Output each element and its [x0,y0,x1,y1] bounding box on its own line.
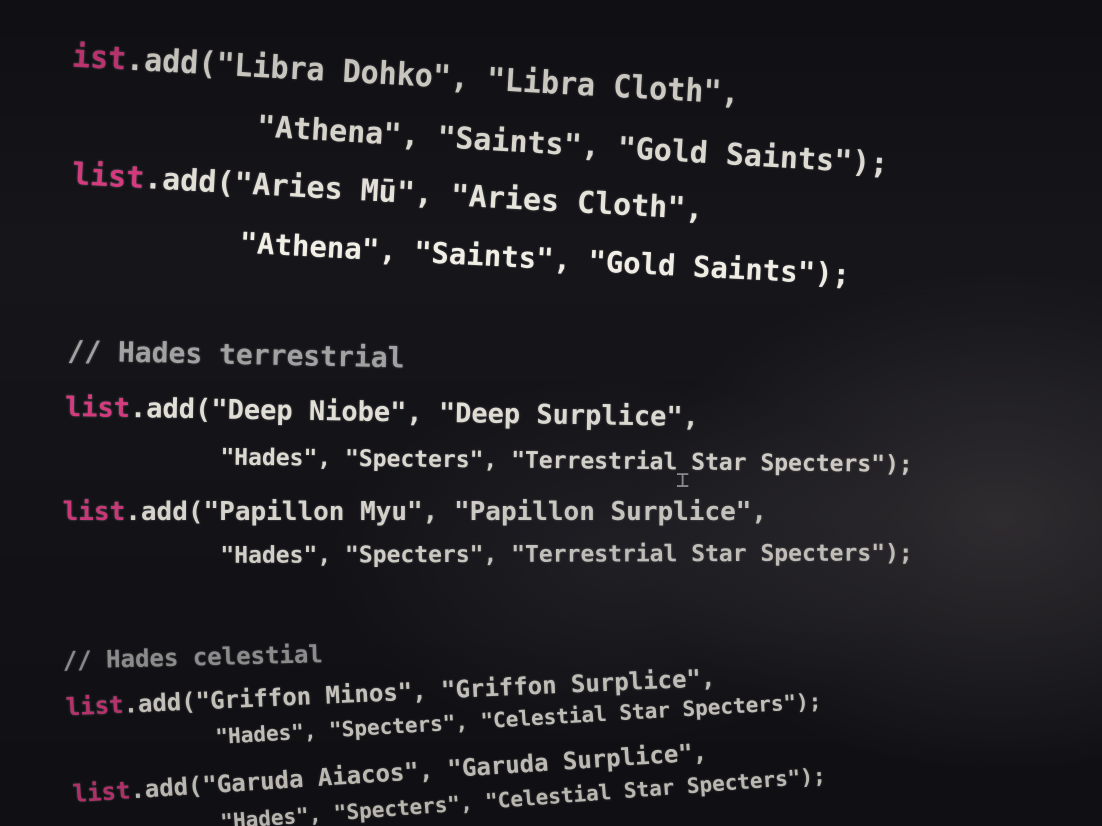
code-keyword: ist [71,38,128,78]
code-keyword: list [71,776,132,809]
code-line: "Hades", "Specters", "Terrestrial Star S… [165,514,913,595]
code-editor[interactable]: ist.add("Libra Dohko", "Libra Cloth", "A… [0,0,1102,826]
code-keyword: list [71,157,146,197]
code-text: "Hades", "Specters", "Terrestrial Star S… [220,540,913,569]
code-text: "Athena", "Saints", "Gold Saints"); [238,225,851,292]
code-keyword: list [62,497,126,527]
code-keyword: list [65,690,125,722]
code-keyword: list [64,392,131,425]
i-beam-cursor-icon: ⌶ [676,468,690,493]
